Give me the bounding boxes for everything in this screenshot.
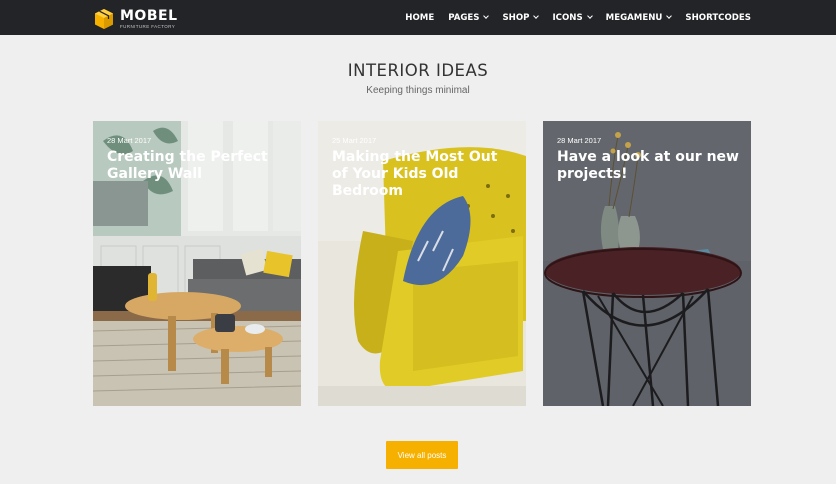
blog-card[interactable]: 25 Mart 2017 Making the Most Out of Your… <box>318 121 526 406</box>
menu-item-label: SHORTCODES <box>685 12 751 23</box>
post-date: 28 Mart 2017 <box>557 136 602 145</box>
menu-item-label: PAGES <box>448 12 480 23</box>
menu-item-home[interactable]: HOME <box>405 13 434 23</box>
post-date: 25 Mart 2017 <box>332 136 377 145</box>
menu-item-megamenu[interactable]: MEGAMENU <box>605 12 673 23</box>
menu-item-icons[interactable]: ICONS <box>552 12 593 23</box>
brand-logo[interactable]: MOBEL FURNITURE FACTORY <box>93 7 178 31</box>
post-title[interactable]: Making the Most Out of Your Kids Old Bed… <box>332 149 516 200</box>
menu-item-label: HOME <box>405 12 435 23</box>
brand-name: MOBEL <box>120 7 178 24</box>
main-menu: HOME PAGES SHOP ICONS MEGAMENU SHORTCODE… <box>405 0 751 35</box>
brand-tagline: FURNITURE FACTORY <box>120 23 176 29</box>
section-subtitle: Keeping things minimal <box>366 85 470 96</box>
menu-item-shop[interactable]: SHOP <box>502 12 540 23</box>
view-all-posts-button[interactable]: View all posts <box>386 441 458 469</box>
post-date: 28 Mart 2017 <box>107 136 152 145</box>
menu-item-label: ICONS <box>552 12 583 23</box>
blog-card[interactable]: 28 Mart 2017 Have a look at our new proj… <box>543 121 751 406</box>
menu-item-shortcodes[interactable]: SHORTCODES <box>685 13 751 23</box>
chevron-down-icon <box>586 13 593 19</box>
chevron-down-icon <box>666 13 673 19</box>
box-icon <box>95 9 113 29</box>
section-title: INTERIOR IDEAS <box>347 61 489 80</box>
post-title[interactable]: Creating the Perfect Gallery Wall <box>107 149 291 183</box>
menu-item-label: SHOP <box>502 12 530 23</box>
menu-item-label: MEGAMENU <box>605 12 663 23</box>
chevron-down-icon <box>483 13 490 19</box>
blog-card[interactable]: 28 Mart 2017 Creating the Perfect Galler… <box>93 121 301 406</box>
chevron-down-icon <box>533 13 540 19</box>
top-navbar: MOBEL FURNITURE FACTORY HOME PAGES SHOP … <box>0 0 836 35</box>
post-title[interactable]: Have a look at our new projects! <box>557 149 741 183</box>
menu-item-pages[interactable]: PAGES <box>448 12 490 23</box>
